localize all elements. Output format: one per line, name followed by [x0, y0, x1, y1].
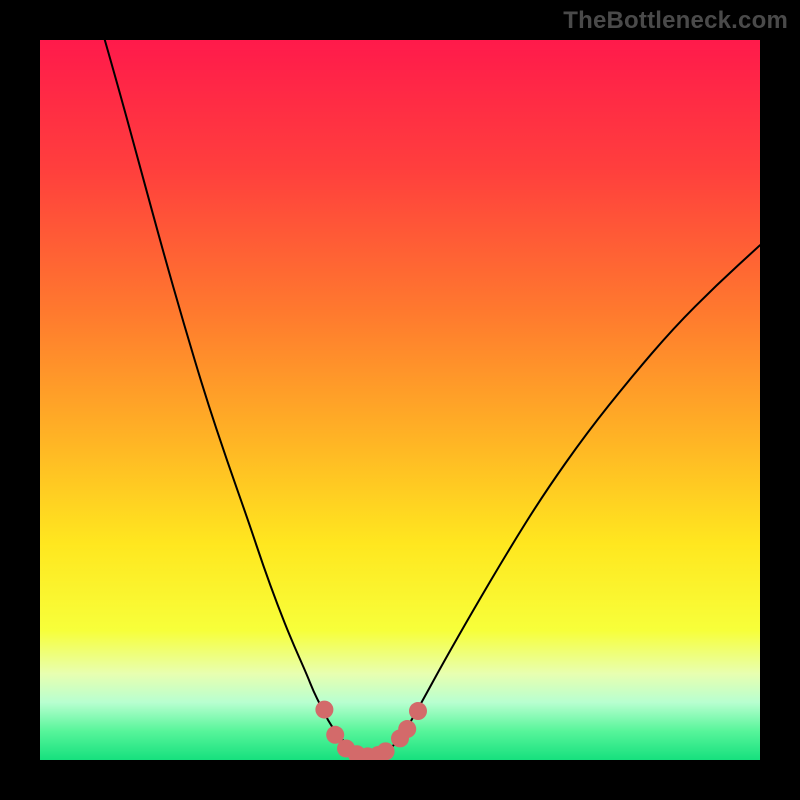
- chart-frame: TheBottleneck.com: [0, 0, 800, 800]
- marker-dot: [409, 702, 427, 720]
- plot-area: [40, 40, 760, 760]
- gradient-background: [40, 40, 760, 760]
- marker-dot: [398, 720, 416, 738]
- marker-dot: [315, 701, 333, 719]
- marker-dot: [377, 742, 395, 760]
- chart-svg: [40, 40, 760, 760]
- watermark-text: TheBottleneck.com: [563, 7, 788, 35]
